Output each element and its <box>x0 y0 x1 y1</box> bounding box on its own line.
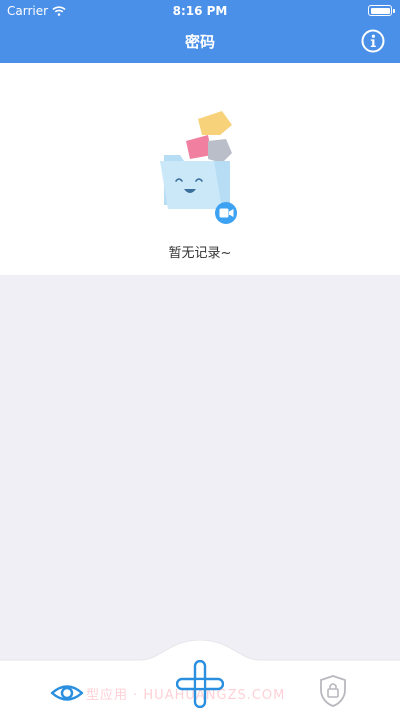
add-icon[interactable] <box>176 660 224 708</box>
battery-icon <box>368 5 395 16</box>
top-header: Carrier 8:16 PM 密码 <box>0 0 400 63</box>
status-time: 8:16 PM <box>172 4 228 18</box>
empty-state-panel: 暂无记录~ <box>0 63 400 275</box>
eye-icon[interactable] <box>50 680 84 706</box>
shield-lock-icon[interactable] <box>318 674 348 708</box>
info-icon[interactable] <box>361 29 385 53</box>
page-title: 密码 <box>184 33 215 51</box>
empty-folder-illustration <box>160 111 237 224</box>
status-bar: Carrier 8:16 PM <box>0 0 400 22</box>
bottom-tab-bar: 型应用 · HUAHUANGZS.COM <box>0 640 400 710</box>
empty-message: 暂无记录~ <box>168 246 232 261</box>
